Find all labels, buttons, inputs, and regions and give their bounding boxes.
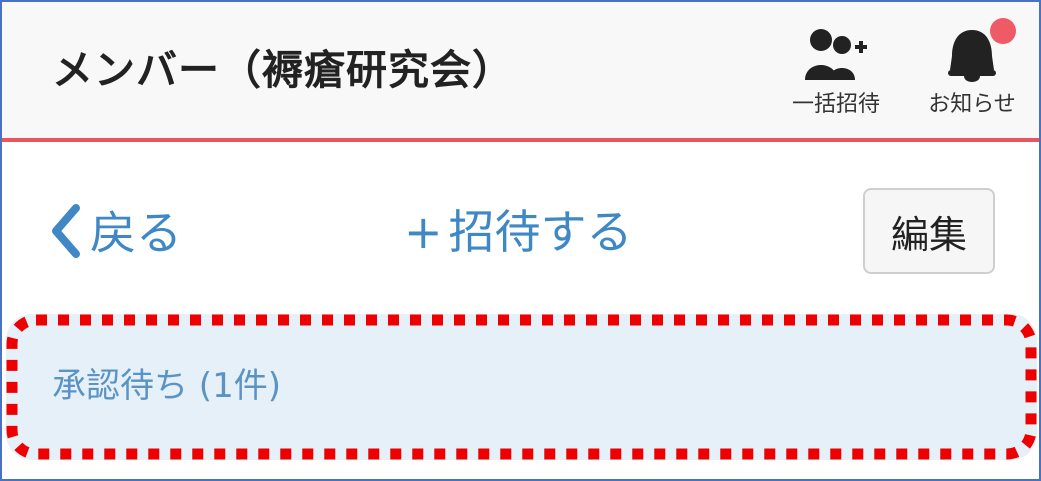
bulk-invite-label: 一括招待 (791, 92, 880, 117)
notification-badge (990, 18, 1016, 44)
page-title: メンバー（褥瘡研究会） (52, 46, 514, 94)
bell-icon (920, 18, 1024, 84)
pending-approval-section[interactable]: 承認待ち (1件) (6, 314, 1037, 460)
back-label: 戻る (90, 206, 182, 260)
notifications-label: お知らせ (928, 92, 1016, 117)
chevron-left-icon (48, 202, 82, 264)
add-users-icon (786, 26, 886, 84)
bulk-invite-button[interactable]: 一括招待 (786, 26, 886, 118)
notifications-button[interactable]: お知らせ (920, 18, 1024, 118)
app-header: メンバー（褥瘡研究会） 一括招待 お知らせ (2, 2, 1039, 140)
invite-button[interactable]: + 招待する (404, 202, 633, 262)
pending-approval-label: 承認待ち (1件) (52, 366, 281, 406)
back-button[interactable]: 戻る (48, 202, 182, 264)
app-frame: メンバー（褥瘡研究会） 一括招待 お知らせ 戻る + 招待する 編集 承認待ち … (0, 0, 1041, 481)
plus-icon: + (404, 205, 443, 259)
edit-button[interactable]: 編集 (863, 188, 995, 274)
member-toolbar: 戻る + 招待する 編集 (2, 142, 1039, 312)
invite-label: 招待する (448, 205, 633, 259)
